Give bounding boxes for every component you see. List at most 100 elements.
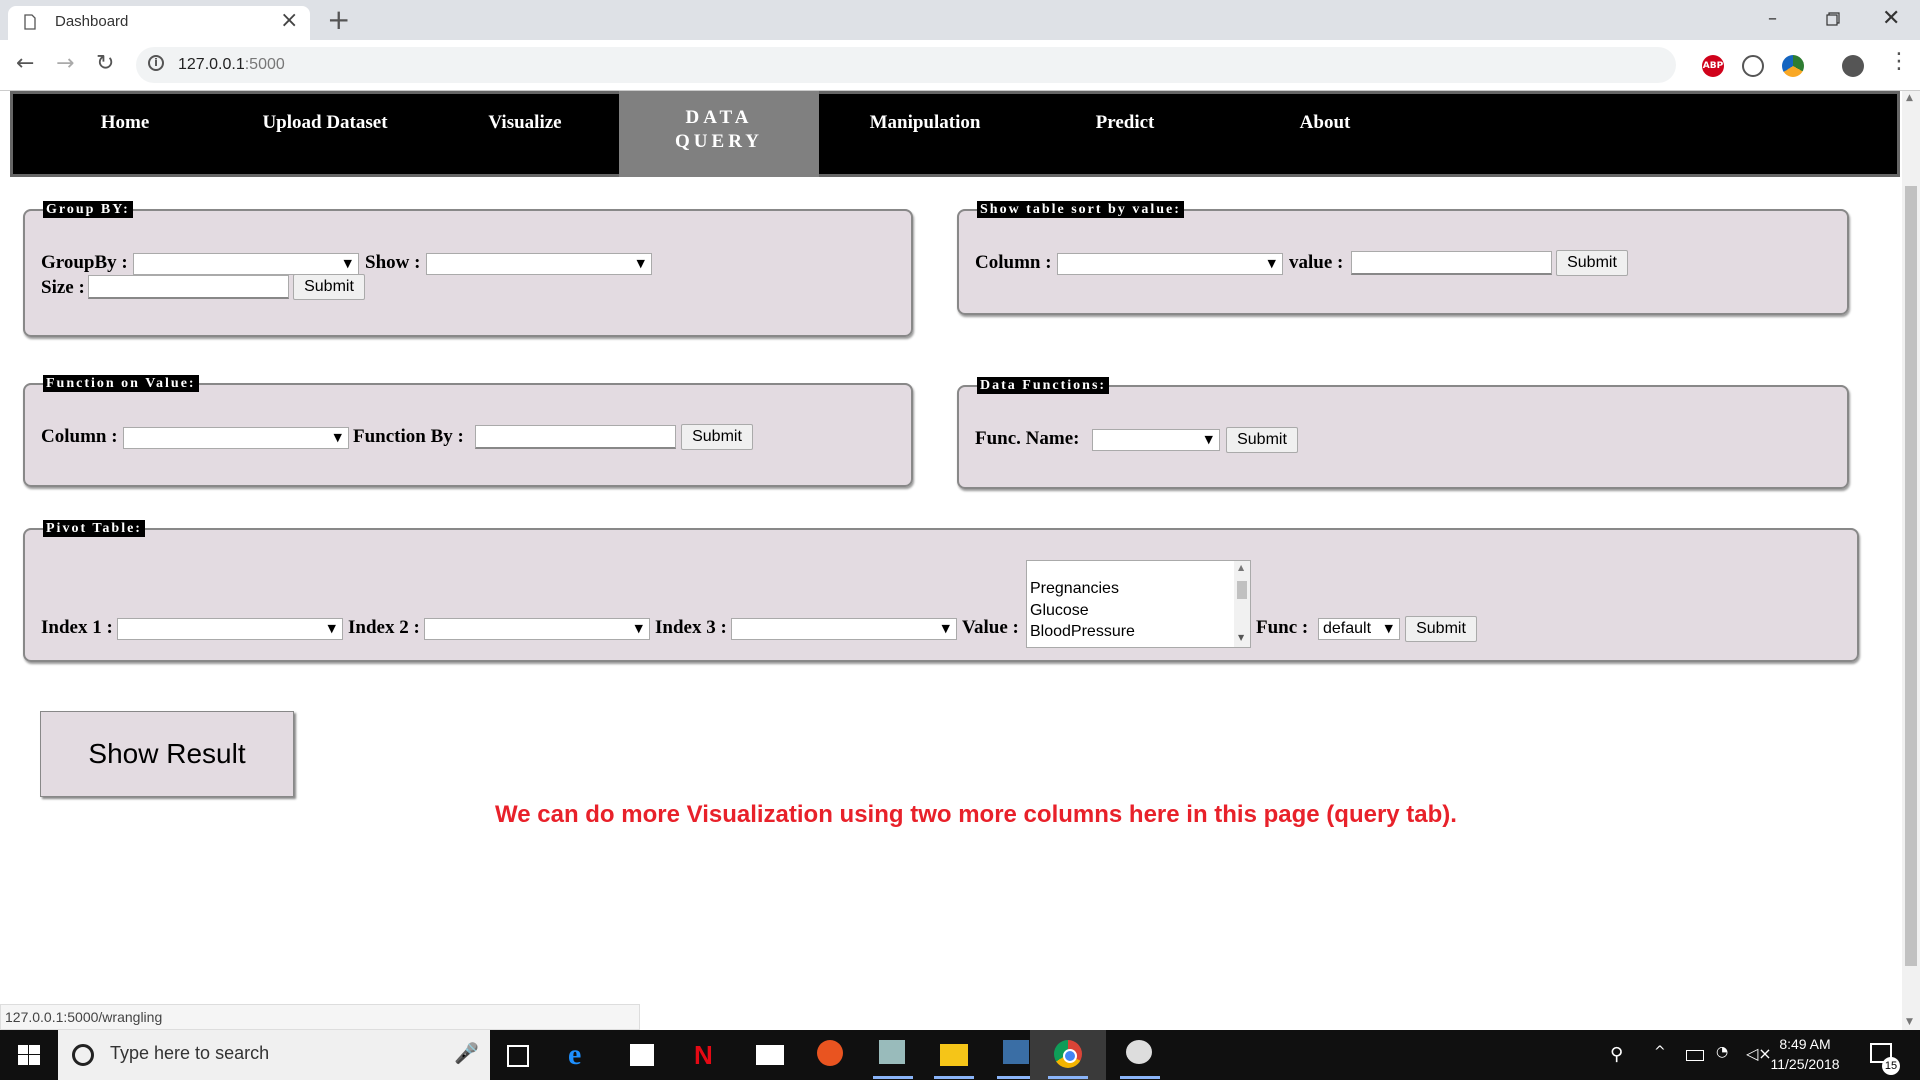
func-name-select[interactable]: ▼ — [1092, 429, 1220, 451]
function-submit-button[interactable]: Submit — [681, 424, 753, 450]
file-explorer-icon[interactable] — [940, 1044, 968, 1066]
tab-title: Dashboard — [55, 13, 129, 30]
size-input[interactable] — [88, 275, 289, 299]
adblock-icon[interactable]: ABP — [1702, 55, 1724, 77]
value-option[interactable]: Pregnancies — [1030, 579, 1119, 599]
sort-submit-button[interactable]: Submit — [1556, 250, 1628, 276]
annotation-note: We can do more Visualization using two m… — [495, 801, 1457, 828]
data-functions-legend: Data Functions: — [977, 377, 1110, 394]
info-icon[interactable]: i — [148, 55, 164, 71]
forward-icon[interactable]: → — [56, 50, 74, 78]
index3-select[interactable]: ▼ — [731, 618, 957, 640]
profile-avatar-icon[interactable] — [1842, 55, 1864, 77]
sort-value-label: value : — [1289, 252, 1344, 273]
dropdown-arrow-icon: ▼ — [343, 257, 352, 270]
microphone-icon[interactable]: 🎤 — [454, 1041, 479, 1065]
new-tab-icon[interactable]: + — [327, 5, 350, 35]
windows-taskbar: Type here to search 🎤 e N ⚲ ^ ◔ ◁× 8:49 … — [0, 1030, 1920, 1080]
func-label: Func : — [1256, 617, 1309, 638]
nav-data-query[interactable]: DATA QUERY — [619, 91, 819, 177]
listbox-scrollbar[interactable]: ▲ ▼ — [1234, 561, 1250, 647]
index2-label: Index 2 : — [348, 617, 420, 638]
size-label: Size : — [41, 277, 85, 298]
paint-icon[interactable] — [1126, 1040, 1152, 1064]
reload-icon[interactable]: ↻ — [96, 50, 114, 78]
nav-about[interactable]: About — [1225, 94, 1425, 174]
address-bar[interactable]: i 127.0.0.1:5000 ☆ — [136, 47, 1806, 83]
func-select[interactable]: default ▼ — [1318, 618, 1400, 640]
python-idle-icon[interactable] — [1003, 1040, 1029, 1064]
sort-value-input[interactable] — [1351, 251, 1552, 275]
dropdown-arrow-icon: ▼ — [941, 622, 950, 635]
search-placeholder: Type here to search — [110, 1043, 270, 1063]
pivot-submit-button[interactable]: Submit — [1405, 616, 1477, 642]
pivot-table-legend: Pivot Table: — [43, 520, 145, 537]
task-view-icon[interactable] — [507, 1045, 529, 1067]
extension-icon[interactable] — [1782, 55, 1804, 77]
scroll-down-icon[interactable]: ▼ — [1238, 633, 1244, 642]
taskbar-search[interactable]: Type here to search 🎤 — [58, 1030, 490, 1080]
scroll-up-icon[interactable]: ▲ — [1238, 563, 1244, 572]
close-tab-icon[interactable]: × — [280, 10, 298, 32]
show-select[interactable]: ▼ — [426, 253, 652, 275]
back-icon[interactable]: ← — [16, 50, 34, 78]
data-functions-panel: Data Functions: Func. Name: ▼ Submit — [957, 377, 1849, 489]
windows-logo-icon — [18, 1045, 40, 1065]
sync-extension-icon[interactable] — [1742, 55, 1764, 77]
mail-icon[interactable] — [756, 1045, 784, 1065]
netflix-icon[interactable]: N — [694, 1040, 724, 1070]
scroll-up-icon[interactable]: ▲ — [1906, 93, 1913, 103]
function-column-select[interactable]: ▼ — [123, 427, 349, 449]
close-window-icon[interactable]: ✕ — [1882, 6, 1900, 31]
nav-visualize[interactable]: Visualize — [425, 94, 625, 174]
data-functions-submit-button[interactable]: Submit — [1226, 427, 1298, 453]
browser-tab[interactable]: Dashboard × — [8, 6, 310, 40]
store-icon[interactable] — [630, 1044, 654, 1066]
taskbar-clock[interactable]: 8:49 AM 11/25/2018 — [1760, 1034, 1850, 1074]
groupby-select[interactable]: ▼ — [133, 253, 359, 275]
sort-by-value-panel: Show table sort by value: Column : ▼ val… — [957, 201, 1849, 315]
scroll-down-icon[interactable]: ▼ — [1906, 1017, 1913, 1027]
value-option[interactable]: Glucose — [1030, 601, 1089, 621]
groupby-label: GroupBy : — [41, 252, 128, 273]
url-text: 127.0.0.1:5000 — [178, 56, 285, 73]
dropdown-arrow-icon: ▼ — [1267, 257, 1276, 270]
browser-tabstrip: Dashboard × + – ✕ — [0, 0, 1920, 40]
function-by-input[interactable] — [475, 425, 676, 449]
dropdown-arrow-icon: ▼ — [1384, 622, 1393, 635]
sort-by-value-legend: Show table sort by value: — [977, 201, 1184, 218]
value-multiselect[interactable]: Pregnancies Glucose BloodPressure ▲ ▼ — [1026, 560, 1251, 648]
group-by-submit-button[interactable]: Submit — [293, 274, 365, 300]
app-icon[interactable] — [879, 1040, 905, 1064]
start-button[interactable] — [0, 1030, 58, 1080]
chevron-up-icon[interactable]: ^ — [1654, 1044, 1666, 1060]
notification-count-badge: 15 — [1882, 1057, 1900, 1075]
show-label: Show : — [365, 252, 421, 273]
nav-data-query-line1: DATA — [685, 107, 753, 128]
menu-kebab-icon[interactable]: ⋮ — [1888, 48, 1910, 76]
wifi-icon[interactable]: ◔ — [1716, 1044, 1728, 1060]
status-bar-url: 127.0.0.1:5000/wrangling — [0, 1004, 640, 1030]
edge-icon[interactable]: e — [568, 1040, 598, 1070]
nav-upload-dataset[interactable]: Upload Dataset — [225, 94, 425, 174]
battery-icon[interactable] — [1686, 1050, 1704, 1061]
people-icon[interactable]: ⚲ — [1610, 1044, 1623, 1065]
page-content: Home Upload Dataset Visualize DATA QUERY… — [0, 91, 1902, 1031]
ubuntu-icon[interactable] — [817, 1040, 843, 1066]
listbox-scroll-thumb[interactable] — [1237, 581, 1247, 599]
nav-home[interactable]: Home — [25, 94, 225, 174]
index1-select[interactable]: ▼ — [117, 618, 343, 640]
page-scrollbar[interactable]: ▲ ▼ — [1902, 91, 1920, 1031]
minimize-icon[interactable]: – — [1768, 8, 1777, 29]
value-option[interactable]: BloodPressure — [1030, 622, 1135, 642]
index1-label: Index 1 : — [41, 617, 113, 638]
sort-column-select[interactable]: ▼ — [1057, 253, 1283, 275]
nav-predict[interactable]: Predict — [1025, 94, 1225, 174]
group-by-legend: Group BY: — [43, 201, 133, 218]
page-scroll-thumb[interactable] — [1905, 186, 1917, 966]
restore-icon[interactable] — [1826, 12, 1840, 26]
chrome-taskbar-button[interactable] — [1030, 1030, 1106, 1080]
index2-select[interactable]: ▼ — [424, 618, 650, 640]
nav-manipulation[interactable]: Manipulation — [825, 94, 1025, 174]
show-result-button[interactable]: Show Result — [40, 711, 294, 797]
